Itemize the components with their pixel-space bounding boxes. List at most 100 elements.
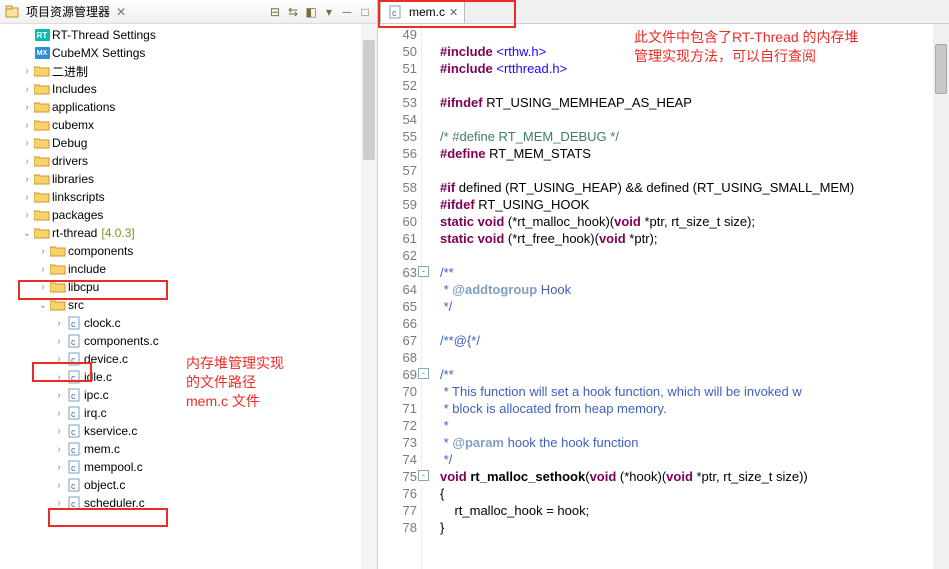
code-line[interactable] [440, 349, 949, 366]
focus-icon[interactable]: ◧ [303, 4, 319, 20]
code-line[interactable]: { [440, 485, 949, 502]
code-line[interactable]: * block is allocated from heap memory. [440, 400, 949, 417]
twisty-icon[interactable]: › [52, 462, 66, 473]
code-line[interactable] [440, 162, 949, 179]
tree-item-linkscripts[interactable]: ›linkscripts [0, 188, 377, 206]
tree-item-kservice[interactable]: ›ckservice.c [0, 422, 377, 440]
tree-item-ipc[interactable]: ›cipc.c [0, 386, 377, 404]
tab-close-icon[interactable]: ✕ [449, 6, 458, 19]
code-line[interactable]: void rt_malloc_sethook(void (*hook)(void… [440, 468, 949, 485]
tree-item-cubemx_settings[interactable]: MXCubeMX Settings [0, 44, 377, 62]
twisty-icon[interactable]: ⌄ [20, 228, 34, 239]
code-line[interactable]: /** [440, 366, 949, 383]
tree-item-includes[interactable]: ›Includes [0, 80, 377, 98]
tree-item-componentsc[interactable]: ›ccomponents.c [0, 332, 377, 350]
code-line[interactable]: } [440, 519, 949, 536]
fold-toggle[interactable]: - [418, 266, 429, 277]
code-line[interactable]: rt_malloc_hook = hook; [440, 502, 949, 519]
tree-item-components[interactable]: ›components [0, 242, 377, 260]
twisty-icon[interactable]: › [52, 336, 66, 347]
tree-item-drivers[interactable]: ›drivers [0, 152, 377, 170]
twisty-icon[interactable]: › [36, 246, 50, 257]
collapse-all-icon[interactable]: ⊟ [267, 4, 283, 20]
code-line[interactable] [440, 247, 949, 264]
code-line[interactable]: * This function will set a hook function… [440, 383, 949, 400]
code-line[interactable] [440, 315, 949, 332]
maximize-icon[interactable]: □ [357, 4, 373, 20]
tree-item-debug[interactable]: ›Debug [0, 134, 377, 152]
twisty-icon[interactable]: › [52, 426, 66, 437]
code-line[interactable]: * @addtogroup Hook [440, 281, 949, 298]
code-line[interactable]: static void (*rt_malloc_hook)(void *ptr,… [440, 213, 949, 230]
code-line[interactable]: #include <rthw.h> [440, 43, 949, 60]
code-line[interactable] [440, 77, 949, 94]
tree-item-rtthread[interactable]: ⌄rt-thread[4.0.3] [0, 224, 377, 242]
code-line[interactable]: * [440, 417, 949, 434]
twisty-icon[interactable]: › [52, 372, 66, 383]
tree-item-object[interactable]: ›cobject.c [0, 476, 377, 494]
minimize-icon[interactable]: ─ [339, 4, 355, 20]
tree-item-idle[interactable]: ›cidle.c [0, 368, 377, 386]
code-line[interactable] [440, 111, 949, 128]
tree-item-mempool[interactable]: ›cmempool.c [0, 458, 377, 476]
tree-item-binary[interactable]: ›二进制 [0, 62, 377, 80]
tree-item-cubemx[interactable]: › cubemx [0, 116, 377, 134]
code-area[interactable]: #include <rthw.h>#include <rtthread.h> #i… [436, 24, 949, 569]
tree-item-scheduler[interactable]: ›cscheduler.c [0, 494, 377, 512]
twisty-icon[interactable]: › [52, 408, 66, 419]
twisty-icon[interactable]: › [20, 84, 34, 95]
view-menu-icon[interactable]: ▾ [321, 4, 337, 20]
twisty-icon[interactable]: › [20, 120, 34, 131]
tree-scrollbar[interactable] [361, 24, 377, 569]
tree-item-rt_settings[interactable]: RTRT-Thread Settings [0, 26, 377, 44]
tree-item-mem[interactable]: ›cmem.c [0, 440, 377, 458]
tree-item-irq[interactable]: ›cirq.c [0, 404, 377, 422]
tree-item-applications[interactable]: ›applications [0, 98, 377, 116]
code-line[interactable]: /** [440, 264, 949, 281]
code-line[interactable] [440, 26, 949, 43]
code-line[interactable]: /**@{*/ [440, 332, 949, 349]
editor-scrollbar[interactable] [933, 24, 949, 569]
code-editor[interactable]: 495051525354555657585960616263-646566676… [378, 24, 949, 569]
code-line[interactable]: #define RT_MEM_STATS [440, 145, 949, 162]
link-editor-icon[interactable]: ⇆ [285, 4, 301, 20]
fold-toggle[interactable]: - [418, 368, 429, 379]
twisty-icon[interactable]: › [52, 318, 66, 329]
code-line[interactable]: #include <rtthread.h> [440, 60, 949, 77]
twisty-icon[interactable]: › [20, 102, 34, 113]
fold-toggle[interactable]: - [418, 470, 429, 481]
code-line[interactable]: #ifndef RT_USING_MEMHEAP_AS_HEAP [440, 94, 949, 111]
twisty-icon[interactable]: ⌄ [36, 300, 50, 311]
twisty-icon[interactable]: › [20, 156, 34, 167]
twisty-icon[interactable]: › [36, 282, 50, 293]
code-line[interactable]: static void (*rt_free_hook)(void *ptr); [440, 230, 949, 247]
tab-mem-c[interactable]: c mem.c ✕ [380, 1, 465, 23]
tree-item-device[interactable]: ›cdevice.c [0, 350, 377, 368]
twisty-icon[interactable]: › [20, 66, 34, 77]
tree-item-src[interactable]: ⌄src [0, 296, 377, 314]
code-line[interactable]: #if defined (RT_USING_HEAP) && defined (… [440, 179, 949, 196]
twisty-icon[interactable]: › [36, 264, 50, 275]
twisty-icon[interactable]: › [52, 498, 66, 509]
project-tree[interactable]: RTRT-Thread SettingsMXCubeMX Settings›二进… [0, 24, 377, 569]
tree-item-libraries[interactable]: ›libraries [0, 170, 377, 188]
twisty-icon[interactable]: › [52, 390, 66, 401]
twisty-icon[interactable]: › [52, 354, 66, 365]
twisty-icon[interactable]: › [52, 480, 66, 491]
code-line[interactable]: #ifdef RT_USING_HOOK [440, 196, 949, 213]
code-line[interactable]: */ [440, 451, 949, 468]
twisty-icon[interactable]: › [20, 210, 34, 221]
close-icon[interactable]: ✕ [116, 5, 126, 19]
code-line[interactable]: */ [440, 298, 949, 315]
twisty-icon[interactable]: › [20, 174, 34, 185]
twisty-icon[interactable]: › [20, 192, 34, 203]
tree-item-libcpu[interactable]: ›libcpu [0, 278, 377, 296]
tree-item-include[interactable]: ›include [0, 260, 377, 278]
twisty-icon[interactable]: › [20, 138, 34, 149]
tree-item-packages[interactable]: ›packages [0, 206, 377, 224]
code-line[interactable]: /* #define RT_MEM_DEBUG */ [440, 128, 949, 145]
code-line[interactable]: * @param hook the hook function [440, 434, 949, 451]
tree-item-clock[interactable]: ›cclock.c [0, 314, 377, 332]
node-label: cubemx [52, 118, 94, 132]
twisty-icon[interactable]: › [52, 444, 66, 455]
